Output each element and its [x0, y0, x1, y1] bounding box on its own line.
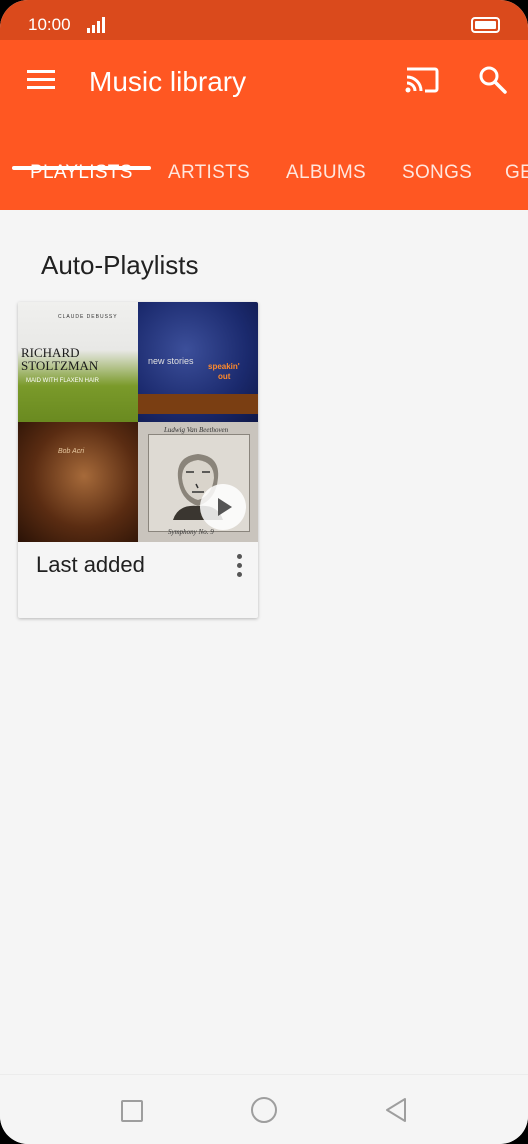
menu-icon[interactable] — [27, 70, 55, 90]
cover-text: out — [218, 372, 231, 381]
tab-artists[interactable]: ARTISTS — [168, 162, 250, 184]
playlist-card[interactable]: CLAUDE DEBUSSY RICHARD STOLTZMAN MAID WI… — [18, 302, 258, 618]
battery-icon — [471, 17, 500, 33]
album-cover: Ludwig Van Beethoven Symphony No. 9 — [138, 422, 258, 542]
cast-icon[interactable] — [405, 65, 439, 95]
cover-artist: RICHARD STOLTZMAN — [21, 345, 99, 373]
recent-apps-button[interactable] — [121, 1100, 143, 1122]
signal-icon — [87, 17, 109, 33]
app-title: Music library — [89, 66, 247, 97]
album-cover: CLAUDE DEBUSSY RICHARD STOLTZMAN MAID WI… — [18, 302, 138, 422]
tab-albums[interactable]: ALBUMS — [286, 162, 366, 184]
app-bar: Music library PLAYLISTS ARTISTS ALBUMS S… — [0, 40, 528, 210]
navigation-bar — [0, 1074, 528, 1144]
playlist-title: Last added — [36, 552, 145, 577]
album-cover: Bob Acri — [18, 422, 138, 542]
cover-text: CLAUDE DEBUSSY — [58, 314, 118, 320]
tab-bar: PLAYLISTS ARTISTS ALBUMS SONGS GE — [0, 152, 528, 210]
cover-text: Symphony No. 9 — [168, 528, 214, 536]
cover-text: Ludwig Van Beethoven — [164, 426, 229, 434]
home-button[interactable] — [251, 1097, 277, 1123]
section-title: Auto-Playlists — [41, 250, 199, 280]
cover-text: speakin' — [208, 362, 240, 371]
tab-songs[interactable]: SONGS — [402, 162, 472, 184]
cover-text: Bob Acri — [58, 448, 85, 455]
screen: 10:00 Music library PLAYLISTS ARTISTS AL… — [0, 0, 528, 1144]
status-bar: 10:00 — [0, 0, 528, 40]
back-button[interactable] — [384, 1097, 408, 1123]
search-icon[interactable] — [478, 65, 508, 95]
cover-text: new stories — [148, 356, 194, 366]
playlist-artwork[interactable]: CLAUDE DEBUSSY RICHARD STOLTZMAN MAID WI… — [18, 302, 258, 542]
tab-genres[interactable]: GE — [505, 162, 528, 184]
cover-album: MAID WITH FLAXEN HAIR — [26, 378, 100, 384]
active-tab-indicator — [12, 166, 151, 170]
status-time: 10:00 — [28, 15, 71, 34]
album-cover: new stories speakin' out — [138, 302, 258, 422]
play-button[interactable] — [200, 484, 246, 530]
more-options-icon[interactable] — [237, 554, 243, 578]
